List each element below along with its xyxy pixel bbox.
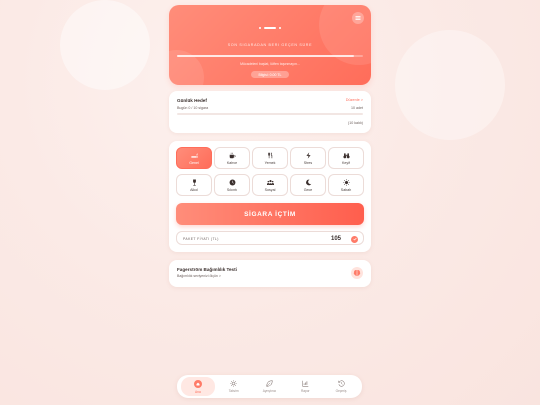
history-icon (337, 380, 345, 387)
fagerstrom-subtitle: Bağımlılık seviyenizi ölçün > (177, 274, 221, 278)
trigger-tile-yemek[interactable]: Yemek (252, 147, 288, 169)
pack-price-field[interactable]: PAKET FİYATI (TL) 105 (176, 231, 364, 245)
nav-label: Geçmiş (335, 389, 347, 393)
trigger-tile-sosyal[interactable]: Sosyal (252, 174, 288, 196)
trigger-label: Yemek (264, 160, 276, 165)
nav-item-home[interactable]: Ana (180, 377, 215, 396)
trigger-label: Sabah (340, 187, 352, 192)
goal-remaining: (10 kaldı) (348, 121, 363, 125)
clock-icon (229, 179, 235, 185)
home-icon (196, 382, 200, 385)
trigger-label: Alkol (190, 187, 198, 192)
fagerstrom-test-card[interactable]: Fagerström Bağımlılık Testi Bağımlılık s… (169, 260, 371, 287)
trigger-actions-card: Genel Kahve Yemek Stres Keyif Alkol Sıkı… (169, 141, 371, 252)
timer-digit-placeholder (264, 27, 276, 29)
cigarette-icon (190, 152, 198, 158)
timer-subtitle: SON SIGARADAN BERI GEÇEN SÜRE (227, 43, 313, 47)
trigger-tile-gece[interactable]: Gece (290, 174, 326, 196)
trigger-tile-alkol[interactable]: Alkol (176, 174, 212, 196)
trigger-tile-genel[interactable]: Genel (176, 147, 212, 169)
pack-price-label: PAKET FİYATI (TL) (183, 237, 219, 241)
confirm-price-button[interactable] (351, 235, 358, 243)
coffee-icon (229, 152, 236, 158)
nav-label: Takvim (228, 389, 239, 393)
trigger-tile-sikinti[interactable]: Sıkıntı (214, 174, 250, 196)
trigger-label: Gece (303, 187, 313, 192)
utensils-icon (267, 151, 272, 158)
moon-icon (305, 179, 311, 185)
binoculars-icon (342, 152, 350, 158)
sun-icon (230, 380, 237, 387)
lightning-icon (305, 151, 311, 159)
goal-title: Günlük Hedef (177, 98, 207, 103)
timer-progress-fill (177, 55, 354, 57)
trigger-label: Genel (189, 160, 199, 165)
sun-icon (342, 178, 350, 186)
nav-item-ayristirici[interactable]: Ayrıştırıcı (252, 377, 286, 396)
timer-separator (259, 27, 261, 29)
home-icon-badge (193, 379, 202, 388)
smoked-button[interactable]: SİGARA İÇTİM (176, 203, 364, 225)
goal-subtitle: Bugün 0 / 10 sigara (177, 106, 209, 110)
elapsed-timer (169, 26, 371, 29)
users-icon (266, 179, 274, 185)
brain-icon (353, 269, 361, 276)
trigger-label: Sıkıntı (226, 187, 238, 192)
timer-separator (279, 27, 281, 29)
timer-progress-bar (177, 55, 363, 57)
leaf-icon (266, 380, 273, 387)
trigger-tile-kahve[interactable]: Kahve (214, 147, 250, 169)
motivation-message: Mücadeleni başlat, lütfen taşınmayın... (240, 62, 300, 66)
fagerstrom-title: Fagerström Bağımlılık Testi (177, 267, 237, 272)
trigger-label: Sosyal (264, 187, 276, 192)
wine-icon (192, 179, 196, 186)
goal-progress-bar (177, 113, 363, 115)
nav-item-gecmis[interactable]: Geçmiş (324, 377, 358, 396)
timer-hero-card: SON SIGARADAN BERI GEÇEN SÜRE Mücadeleni… (169, 5, 371, 85)
trigger-grid: Genel Kahve Yemek Stres Keyif Alkol Sıkı… (176, 147, 364, 196)
menu-icon (355, 16, 361, 20)
bottom-navigation: Ana Takvim Ayrıştırıcı Rapor Geçmiş (177, 375, 362, 398)
menu-button[interactable] (352, 12, 364, 24)
savings-chip[interactable]: Bilgisi: 0.00 TL (251, 71, 289, 78)
trigger-label: Stres (303, 160, 313, 165)
trigger-label: Keyif (342, 160, 350, 165)
background-blob (395, 30, 505, 140)
nav-label: Rapor (300, 389, 310, 393)
trigger-tile-stres[interactable]: Stres (290, 147, 326, 169)
trigger-tile-keyif[interactable]: Keyif (328, 147, 364, 169)
nav-label: Ana (195, 389, 201, 394)
trigger-label: Kahve (226, 160, 238, 165)
nav-item-rapor[interactable]: Rapor (288, 377, 322, 396)
daily-goal-card: Günlük Hedef Düzenle > Bugün 0 / 10 siga… (169, 91, 371, 133)
nav-item-takvim[interactable]: Takvim (217, 377, 251, 396)
background-blob (60, 0, 150, 90)
fagerstrom-icon-badge (351, 267, 363, 279)
chart-icon (302, 380, 309, 387)
nav-label: Ayrıştırıcı (262, 389, 277, 393)
pack-price-value[interactable]: 105 (331, 236, 341, 242)
check-icon (352, 237, 357, 241)
trigger-tile-sabah[interactable]: Sabah (328, 174, 364, 196)
goal-count: 10 adet (351, 106, 363, 110)
goal-edit-link[interactable]: Düzenle > (346, 98, 363, 102)
